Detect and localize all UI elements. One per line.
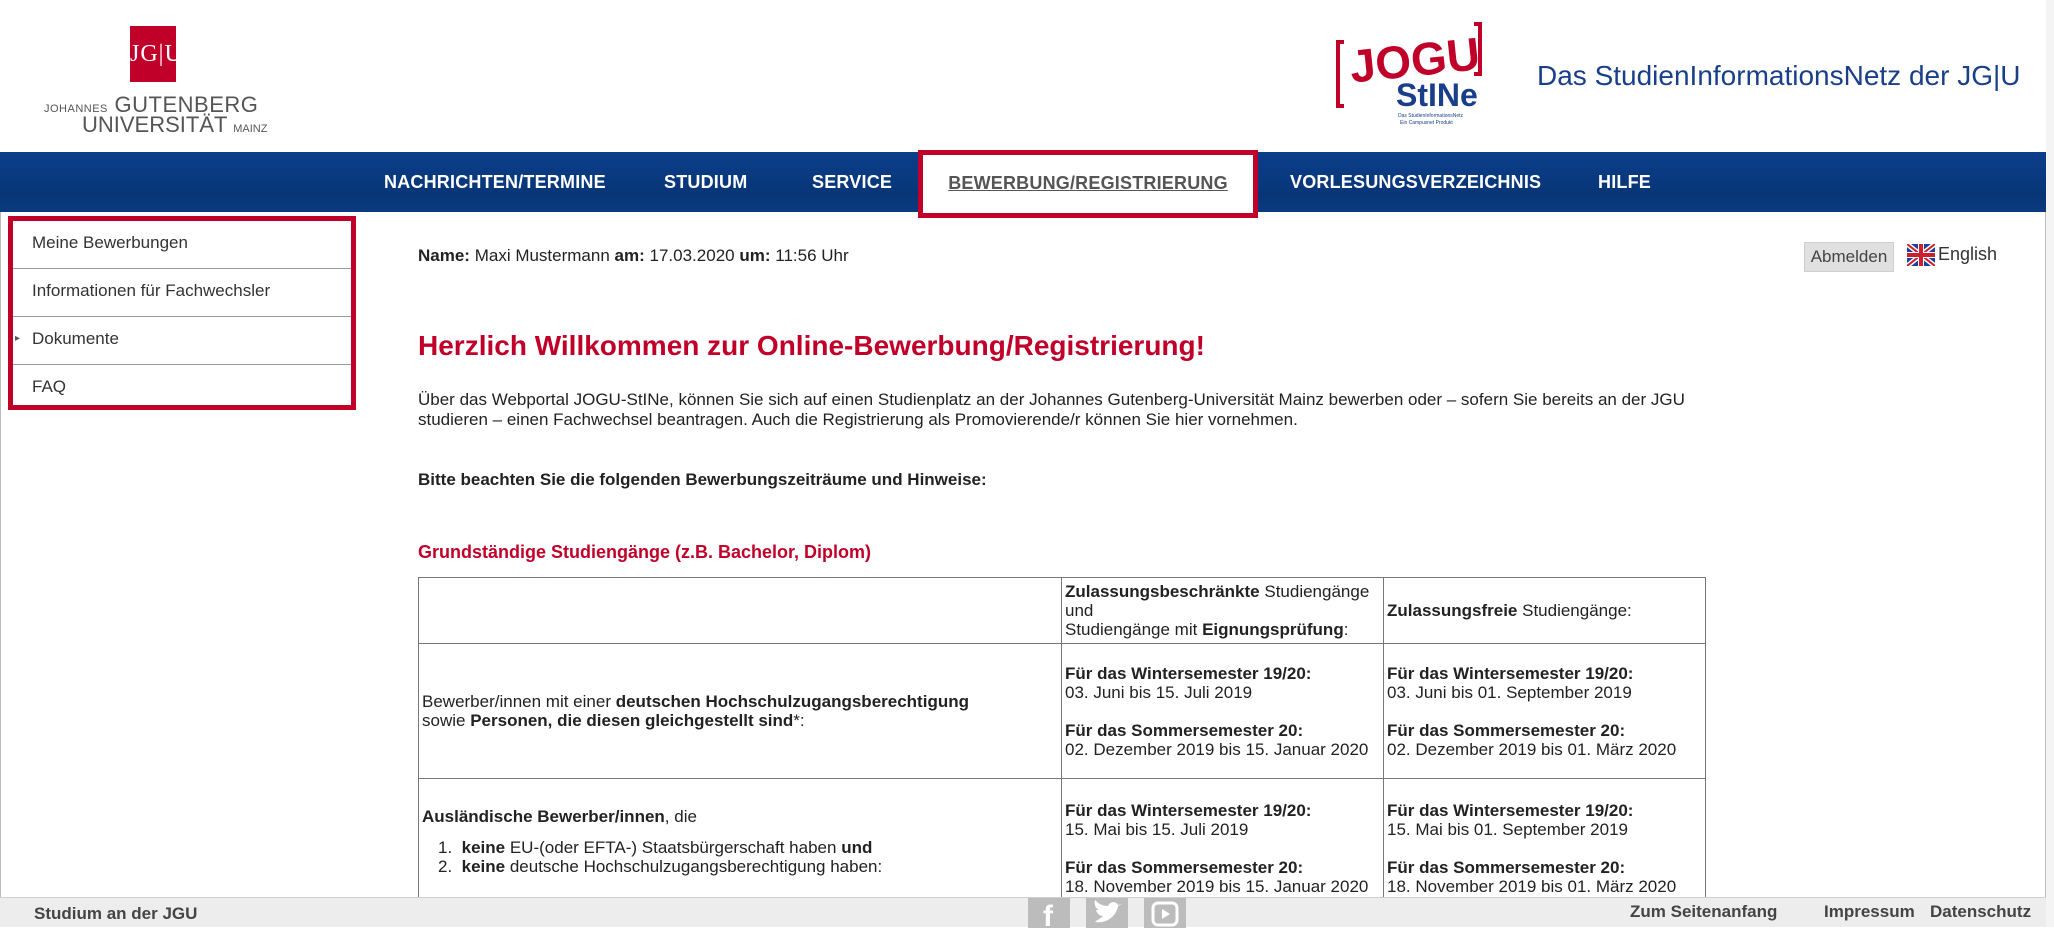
login-date: 17.03.2020 bbox=[649, 246, 735, 265]
table-header-restricted: Zulassungsbeschränkte Studiengänge und S… bbox=[1061, 577, 1384, 644]
facebook-icon[interactable]: f bbox=[1028, 898, 1070, 933]
footer: Studium an der JGU f Zum Seitenanfang Im… bbox=[0, 897, 2046, 933]
table-row: Bewerber/innen mit einer deutschen Hochs… bbox=[418, 643, 1706, 779]
row2-free-periods: Für das Wintersemester 19/20: 15. Mai bi… bbox=[1383, 778, 1706, 909]
page-title: Herzlich Willkommen zur Online-Bewerbung… bbox=[418, 330, 1205, 361]
stine-logo-tagline1: Das StudienInformationsNetz bbox=[1398, 113, 1464, 119]
user-name: Maxi Mustermann bbox=[474, 246, 610, 265]
nav-item-bewerbung-label: BEWERBUNG/REGISTRIERUNG bbox=[948, 173, 1228, 193]
user-info: Name: Maxi Mustermann am: 17.03.2020 um:… bbox=[418, 246, 849, 266]
nav-item-hilfe[interactable]: HILFE bbox=[1598, 152, 1651, 212]
date-label: am: bbox=[614, 246, 645, 265]
row1-restricted-periods: Für das Wintersemester 19/20: 03. Juni b… bbox=[1061, 643, 1384, 779]
header: JG|U JOHANNES GUTENBERG UNIVERSITÄT MAIN… bbox=[0, 0, 2046, 152]
sidebar-item-faq[interactable]: FAQ bbox=[13, 365, 351, 413]
table-row: Ausländische Bewerber/innen, die 1. kein… bbox=[418, 778, 1706, 909]
row2-applicant-type: Ausländische Bewerber/innen, die 1. kein… bbox=[418, 778, 1062, 909]
stine-logo-graphic: JOGU StINe Das StudienInformationsNetz E… bbox=[1336, 22, 1482, 126]
application-periods-table: Zulassungsbeschränkte Studiengänge und S… bbox=[418, 577, 1706, 909]
sidebar-item-label: Dokumente bbox=[32, 329, 119, 348]
time-label: um: bbox=[739, 246, 771, 265]
nav-item-nachrichten[interactable]: NACHRICHTEN/TERMINE bbox=[384, 152, 606, 212]
nav-item-service[interactable]: SERVICE bbox=[812, 152, 892, 212]
sidebar-item-meine-bewerbungen[interactable]: Meine Bewerbungen bbox=[13, 221, 351, 269]
language-switch[interactable]: English bbox=[1907, 244, 1997, 272]
footer-link-datenschutz[interactable]: Datenschutz bbox=[1930, 902, 2031, 922]
notice-text: Bitte beachten Sie die folgenden Bewerbu… bbox=[418, 470, 987, 489]
table-header-free: Zulassungsfreie Studiengänge: bbox=[1383, 577, 1706, 644]
scrollbar[interactable] bbox=[2046, 0, 2054, 927]
jgu-logo-mark: JG|U bbox=[130, 26, 182, 82]
nav-item-bewerbung-active[interactable]: BEWERBUNG/REGISTRIERUNG bbox=[918, 150, 1258, 218]
table-header-empty bbox=[418, 577, 1062, 644]
nav-item-studium[interactable]: STUDIUM bbox=[664, 152, 747, 212]
footer-link-impressum[interactable]: Impressum bbox=[1824, 902, 1915, 922]
footer-link-top[interactable]: Zum Seitenanfang bbox=[1630, 902, 1777, 922]
section-title: Grundständige Studiengänge (z.B. Bachelo… bbox=[418, 542, 872, 562]
nav-item-vorlesungsverzeichnis[interactable]: VORLESUNGSVERZEICHNIS bbox=[1290, 152, 1541, 212]
site-title: Das StudienInformationsNetz der JG|U bbox=[1537, 60, 2021, 91]
stine-logo[interactable]: JOGU StINe Das StudienInformationsNetz E… bbox=[1334, 14, 1504, 134]
stine-logo-bottom: StINe bbox=[1396, 77, 1478, 113]
sidebar-item-label: Informationen für Fachwechsler bbox=[32, 281, 271, 300]
sidebar-item-label: FAQ bbox=[32, 377, 67, 396]
stine-logo-tagline2: Ein Campusnet Produkt bbox=[1400, 120, 1453, 126]
sidebar-item-fachwechsler[interactable]: Informationen für Fachwechsler bbox=[13, 269, 351, 317]
language-label: English bbox=[1938, 244, 1998, 264]
sidebar-item-label: Meine Bewerbungen bbox=[32, 233, 188, 252]
name-label: Name: bbox=[418, 246, 470, 265]
bullet-icon: ▸ bbox=[15, 333, 21, 344]
sidebar: Meine Bewerbungen Informationen für Fach… bbox=[8, 216, 356, 410]
jgu-logo-line2: UNIVERSITÄT MAINZ bbox=[82, 112, 268, 137]
uk-flag-icon bbox=[1907, 244, 1935, 267]
youtube-icon[interactable] bbox=[1144, 898, 1186, 928]
svg-text:f: f bbox=[1043, 900, 1054, 928]
logout-button[interactable]: Abmelden bbox=[1804, 242, 1894, 272]
row2-restricted-periods: Für das Wintersemester 19/20: 15. Mai bi… bbox=[1061, 778, 1384, 909]
intro-text: Über das Webportal JOGU-StINe, können Si… bbox=[418, 390, 1685, 429]
sidebar-item-dokumente[interactable]: ▸ Dokumente bbox=[13, 317, 351, 365]
row1-free-periods: Für das Wintersemester 19/20: 03. Juni b… bbox=[1383, 643, 1706, 779]
row1-applicant-type: Bewerber/innen mit einer deutschen Hochs… bbox=[418, 643, 1062, 779]
footer-studium-link[interactable]: Studium an der JGU bbox=[34, 904, 197, 924]
twitter-icon[interactable] bbox=[1086, 898, 1128, 928]
jgu-logo[interactable]: JG|U JOHANNES GUTENBERG UNIVERSITÄT MAIN… bbox=[44, 26, 267, 137]
login-time: 11:56 Uhr bbox=[775, 246, 849, 265]
table-header-row: Zulassungsbeschränkte Studiengänge und S… bbox=[418, 577, 1706, 644]
